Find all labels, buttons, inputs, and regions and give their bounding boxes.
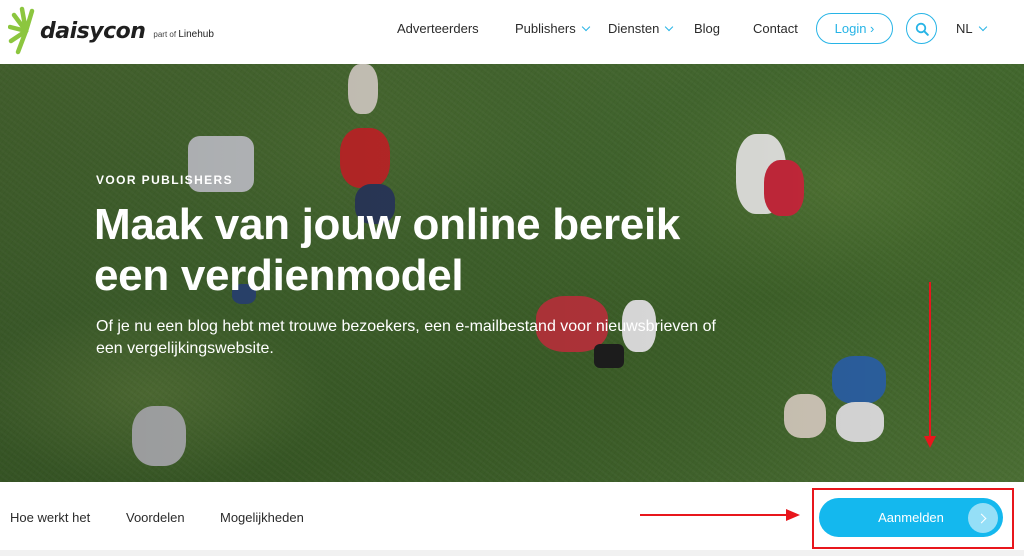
annotation-arrowhead-down <box>924 436 936 448</box>
nav-item-label: Publishers <box>515 21 576 36</box>
brand-logo[interactable]: daisycon part of Linehub <box>8 4 214 58</box>
brand-parent: part of Linehub <box>153 29 214 40</box>
hero-eyebrow: VOOR PUBLISHERS <box>96 173 234 187</box>
language-selector[interactable]: NL <box>956 21 987 36</box>
hero-subline: Of je nu een blog hebt met trouwe bezoek… <box>96 318 716 357</box>
section-divider <box>0 550 1024 556</box>
search-button[interactable] <box>906 13 937 44</box>
hero-banner: VOOR PUBLISHERS Maak van jouw online ber… <box>0 64 1024 482</box>
section-link-mogelijkheden[interactable]: Mogelijkheden <box>220 510 304 525</box>
nav-item-adverteerders[interactable]: Adverteerders <box>397 21 479 36</box>
brand-name: daisycon <box>40 18 146 44</box>
annotation-arrow-right <box>640 514 788 516</box>
daisy-logo-icon <box>8 6 35 55</box>
chevron-down-icon <box>978 22 987 32</box>
page: daisycon part of Linehub Adverteerders P… <box>0 0 1024 556</box>
language-label: NL <box>956 21 973 36</box>
nav-item-label: Blog <box>694 21 721 36</box>
annotation-arrowhead-right <box>786 509 800 521</box>
nav-item-diensten[interactable]: Diensten <box>608 21 674 36</box>
nav-item-publishers[interactable]: Publishers <box>515 21 590 36</box>
nav-item-contact[interactable]: Contact <box>753 21 798 36</box>
brand-parent-prefix: part of <box>153 29 177 39</box>
brand-parent-name: Linehub <box>178 28 214 40</box>
annotation-arrow-down <box>929 282 931 440</box>
nav-item-label: Contact <box>753 21 798 36</box>
login-button[interactable]: Login › <box>816 13 893 44</box>
section-link-voordelen[interactable]: Voordelen <box>126 510 185 525</box>
chevron-down-icon <box>665 22 674 32</box>
search-icon <box>915 22 929 36</box>
chevron-down-icon <box>581 22 590 32</box>
hero-headline: Maak van jouw online bereik een verdienm… <box>94 200 681 300</box>
section-link-hoe-werkt-het[interactable]: Hoe werkt het <box>10 510 90 525</box>
annotation-highlight-box <box>812 488 1014 549</box>
nav-item-label: Adverteerders <box>397 21 479 36</box>
nav-item-blog[interactable]: Blog <box>694 21 720 36</box>
site-header: daisycon part of Linehub Adverteerders P… <box>0 0 1024 64</box>
nav-item-label: Diensten <box>608 21 660 36</box>
